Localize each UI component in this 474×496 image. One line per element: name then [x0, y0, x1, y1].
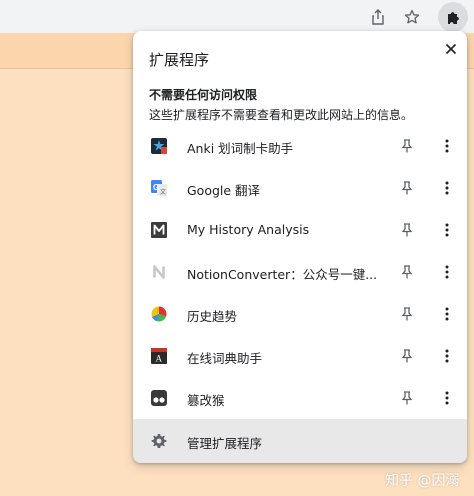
pin-button[interactable] [397, 304, 417, 324]
share-button[interactable] [363, 2, 393, 32]
pin-button[interactable] [397, 388, 417, 408]
pin-icon [401, 265, 413, 279]
more-options-button[interactable] [437, 178, 457, 198]
extensions-popup: 扩展程序 不需要任何访问权限 这些扩展程序不需要查看和更改此网站上的信息。 An… [133, 31, 467, 463]
section-heading: 不需要任何访问权限 [149, 88, 258, 102]
vertical-dots-icon [445, 223, 449, 237]
pin-button[interactable] [397, 220, 417, 240]
share-icon [372, 9, 384, 25]
extensions-button[interactable] [438, 2, 468, 32]
dictionary-icon: A [151, 348, 167, 364]
manage-extensions-button[interactable]: 管理扩展程序 [133, 419, 467, 463]
section-description: 这些扩展程序不需要查看和更改此网站上的信息。 [149, 108, 414, 122]
more-options-button[interactable] [437, 346, 457, 366]
extension-name: Anki 划词制卡助手 [187, 141, 294, 156]
extension-list: Anki 划词制卡助手 G 文 Google 翻译 My History Ana… [133, 125, 467, 419]
tampermonkey-icon [151, 390, 167, 406]
extension-item-my-history-analysis[interactable]: My History Analysis [133, 209, 467, 251]
browser-toolbar [0, 0, 474, 33]
extension-item-online-dictionary[interactable]: A 在线词典助手 [133, 335, 467, 377]
star-icon [404, 9, 420, 24]
pin-icon [401, 307, 413, 321]
gear-icon [151, 434, 167, 448]
vertical-dots-icon [445, 391, 449, 405]
pin-icon [401, 349, 413, 363]
svg-text:文: 文 [160, 188, 166, 196]
extension-name: 在线词典助手 [187, 351, 263, 366]
google-translate-icon: G 文 [151, 180, 167, 196]
extension-name: Google 翻译 [187, 183, 261, 198]
notion-icon [153, 265, 165, 279]
pin-icon [401, 391, 413, 405]
extension-item-history-trends[interactable]: 历史趋势 [133, 293, 467, 335]
puzzle-icon [447, 11, 459, 24]
vertical-dots-icon [445, 265, 449, 279]
more-options-button[interactable] [437, 388, 457, 408]
vertical-dots-icon [445, 139, 449, 153]
more-options-button[interactable] [437, 304, 457, 324]
more-options-button[interactable] [437, 262, 457, 282]
more-options-button[interactable] [437, 136, 457, 156]
vertical-dots-icon [445, 307, 449, 321]
pie-trend-icon [151, 306, 167, 322]
history-m-icon [151, 222, 167, 238]
pin-button[interactable] [397, 178, 417, 198]
extension-item-anki[interactable]: Anki 划词制卡助手 [133, 125, 467, 167]
manage-extensions-label: 管理扩展程序 [187, 436, 263, 451]
watermark: 知乎 @因溺 [385, 473, 460, 489]
svg-text:G: G [153, 183, 159, 192]
more-options-button[interactable] [437, 220, 457, 240]
extension-name: My History Analysis [187, 222, 310, 237]
extension-item-notion-converter[interactable]: NotionConverter：公众号一键... [133, 251, 467, 293]
close-icon [445, 43, 457, 55]
vertical-dots-icon [445, 349, 449, 363]
close-button[interactable] [439, 37, 463, 61]
pin-icon [401, 223, 413, 237]
extension-name: NotionConverter：公众号一键... [187, 267, 378, 282]
extension-item-tampermonkey[interactable]: 篡改猴 [133, 377, 467, 419]
popup-title: 扩展程序 [149, 51, 210, 69]
extension-name: 篡改猴 [187, 393, 225, 408]
vertical-dots-icon [445, 181, 449, 195]
extension-name: 历史趋势 [187, 309, 238, 324]
pin-icon [401, 181, 413, 195]
pin-button[interactable] [397, 136, 417, 156]
pin-button[interactable] [397, 346, 417, 366]
bookmark-button[interactable] [397, 2, 427, 32]
pin-button[interactable] [397, 262, 417, 282]
anki-icon [151, 138, 167, 154]
svg-text:A: A [156, 354, 163, 364]
pin-icon [401, 139, 413, 153]
extension-item-google-translate[interactable]: G 文 Google 翻译 [133, 167, 467, 209]
